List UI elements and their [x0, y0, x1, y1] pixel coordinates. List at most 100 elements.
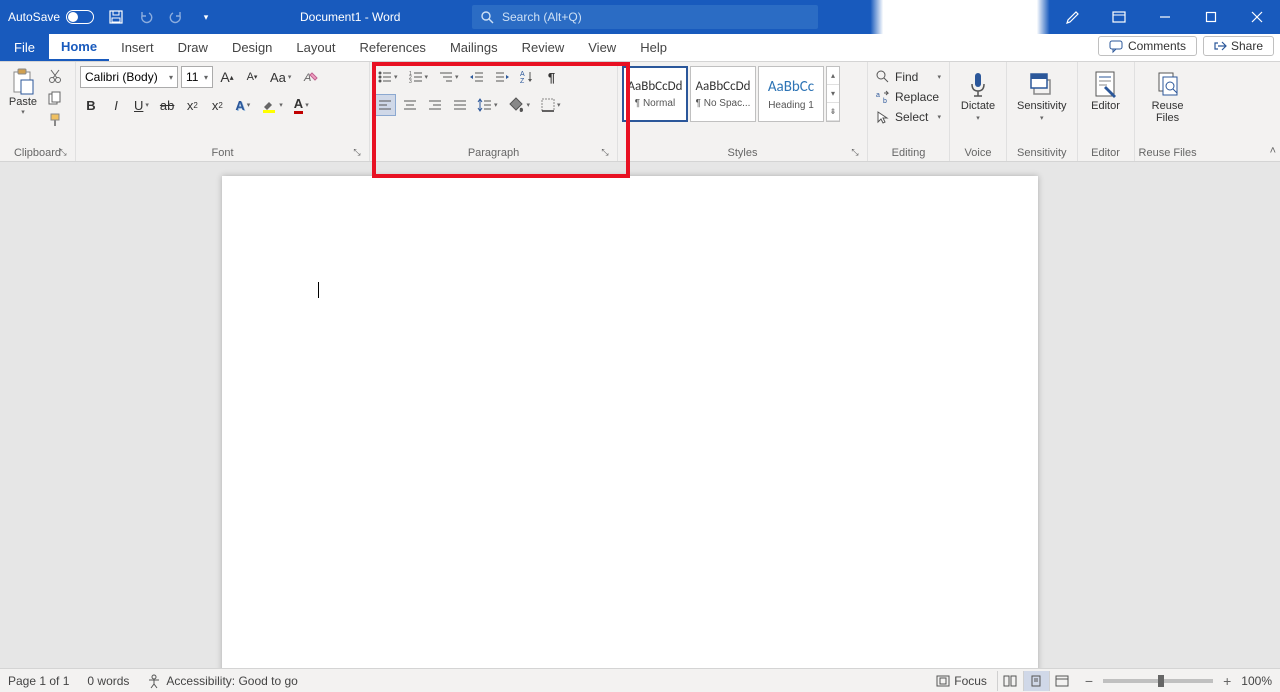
bullets-button[interactable] [374, 66, 402, 88]
style-heading-1[interactable]: AaBbCc Heading 1 [758, 66, 824, 122]
styles-up-icon[interactable]: ▴ [827, 67, 839, 85]
styles-more-icon[interactable]: ⇟ [827, 103, 839, 121]
numbering-button[interactable]: 123 [405, 66, 433, 88]
search-box[interactable]: Search (Alt+Q) [472, 5, 818, 29]
subscript-button[interactable]: x2 [181, 94, 203, 116]
document-area[interactable] [0, 162, 1280, 668]
format-painter-icon[interactable] [46, 112, 64, 128]
autosave-toggle[interactable]: AutoSave [0, 10, 94, 24]
styles-scroll[interactable]: ▴ ▾ ⇟ [826, 66, 840, 122]
styles-down-icon[interactable]: ▾ [827, 85, 839, 103]
cut-icon[interactable] [46, 68, 64, 84]
multilevel-list-button[interactable] [435, 66, 463, 88]
read-mode-button[interactable] [997, 671, 1023, 691]
zoom-out-button[interactable]: − [1085, 673, 1093, 689]
editor-button[interactable]: Editor [1082, 66, 1130, 112]
maximize-button[interactable] [1188, 0, 1234, 34]
align-left-button[interactable] [374, 94, 396, 116]
tab-references[interactable]: References [347, 34, 437, 61]
borders-button[interactable] [537, 94, 565, 116]
print-layout-button[interactable] [1023, 671, 1049, 691]
paragraph-launcher-icon[interactable]: ⤡ [599, 147, 611, 159]
focus-mode-button[interactable]: Focus [936, 674, 987, 688]
select-button[interactable]: Select▾ [872, 108, 945, 126]
text-effects-button[interactable]: A [231, 94, 254, 116]
select-icon [876, 110, 890, 124]
tab-review[interactable]: Review [510, 34, 577, 61]
group-reuse-files: Reuse Files Reuse Files [1135, 62, 1201, 161]
style-no-spacing[interactable]: AaBbCcDd ¶ No Spac... [690, 66, 756, 122]
superscript-button[interactable]: x2 [206, 94, 228, 116]
collapse-ribbon-icon[interactable]: ˄ [1270, 145, 1276, 157]
clear-formatting-button[interactable]: A [298, 66, 322, 88]
show-hide-button[interactable]: ¶ [541, 66, 563, 88]
toggle-off-icon [66, 10, 94, 24]
zoom-in-button[interactable]: + [1223, 673, 1231, 689]
highlight-button[interactable] [257, 94, 287, 116]
qat-customize-icon[interactable]: ▾ [198, 9, 214, 25]
ribbon-tabs: File Home Insert Draw Design Layout Refe… [0, 34, 1280, 62]
comments-button[interactable]: Comments [1098, 36, 1197, 56]
web-layout-button[interactable] [1049, 671, 1075, 691]
group-font: Calibri (Body)▾ 11▾ A▴ A▾ Aa A B I U ab … [76, 62, 370, 161]
justify-button[interactable] [449, 94, 471, 116]
replace-button[interactable]: abReplace [872, 88, 945, 106]
clipboard-launcher-icon[interactable]: ⤡ [57, 147, 69, 159]
save-icon[interactable] [108, 9, 124, 25]
tab-file[interactable]: File [0, 34, 49, 61]
zoom-level[interactable]: 100% [1241, 674, 1272, 688]
sort-button[interactable]: AZ [516, 66, 538, 88]
style-normal[interactable]: AaBbCcDd ¶ Normal [622, 66, 688, 122]
group-voice: Dictate ▾ Voice [950, 62, 1007, 161]
align-right-button[interactable] [424, 94, 446, 116]
reuse-files-button[interactable]: Reuse Files [1139, 66, 1197, 124]
shading-button[interactable] [505, 94, 535, 116]
tab-view[interactable]: View [576, 34, 628, 61]
minimize-button[interactable] [1142, 0, 1188, 34]
view-buttons [997, 671, 1075, 691]
font-color-button[interactable]: A [290, 94, 313, 116]
close-button[interactable] [1234, 0, 1280, 34]
tab-layout[interactable]: Layout [284, 34, 347, 61]
status-page[interactable]: Page 1 of 1 [8, 674, 69, 688]
font-launcher-icon[interactable]: ⤡ [351, 147, 363, 159]
group-paragraph: 123 AZ ¶ Paragraph⤡ [370, 62, 618, 161]
tab-home[interactable]: Home [49, 34, 109, 61]
align-center-button[interactable] [399, 94, 421, 116]
zoom-slider[interactable] [1103, 679, 1213, 683]
find-button[interactable]: Find▾ [872, 68, 945, 86]
page[interactable] [222, 176, 1038, 668]
styles-launcher-icon[interactable]: ⤡ [849, 147, 861, 159]
undo-icon[interactable] [138, 9, 154, 25]
redo-icon[interactable] [168, 9, 184, 25]
tab-insert[interactable]: Insert [109, 34, 166, 61]
tab-draw[interactable]: Draw [166, 34, 220, 61]
underline-button[interactable]: U [130, 94, 153, 116]
grow-font-button[interactable]: A▴ [216, 66, 238, 88]
pen-icon[interactable] [1050, 0, 1096, 34]
font-name-combo[interactable]: Calibri (Body)▾ [80, 66, 178, 88]
increase-indent-button[interactable] [491, 66, 513, 88]
line-spacing-button[interactable] [474, 94, 502, 116]
decrease-indent-button[interactable] [466, 66, 488, 88]
font-size-combo[interactable]: 11▾ [181, 66, 213, 88]
shrink-font-button[interactable]: A▾ [241, 66, 263, 88]
change-case-button[interactable]: Aa [266, 66, 295, 88]
dictate-button[interactable]: Dictate ▾ [954, 66, 1002, 122]
ribbon-display-icon[interactable] [1096, 0, 1142, 34]
copy-icon[interactable] [46, 90, 64, 106]
strikethrough-button[interactable]: ab [156, 94, 178, 116]
italic-button[interactable]: I [105, 94, 127, 116]
paste-button[interactable]: Paste ▾ [4, 66, 42, 128]
tab-help[interactable]: Help [628, 34, 679, 61]
group-styles: AaBbCcDd ¶ Normal AaBbCcDd ¶ No Spac... … [618, 62, 868, 161]
share-button[interactable]: Share [1203, 36, 1274, 56]
zoom-thumb[interactable] [1158, 675, 1164, 687]
bold-button[interactable]: B [80, 94, 102, 116]
status-words[interactable]: 0 words [87, 674, 129, 688]
status-accessibility[interactable]: Accessibility: Good to go [147, 674, 297, 688]
sensitivity-button[interactable]: Sensitivity ▾ [1011, 66, 1073, 122]
tab-design[interactable]: Design [220, 34, 284, 61]
share-icon [1214, 40, 1226, 52]
tab-mailings[interactable]: Mailings [438, 34, 510, 61]
